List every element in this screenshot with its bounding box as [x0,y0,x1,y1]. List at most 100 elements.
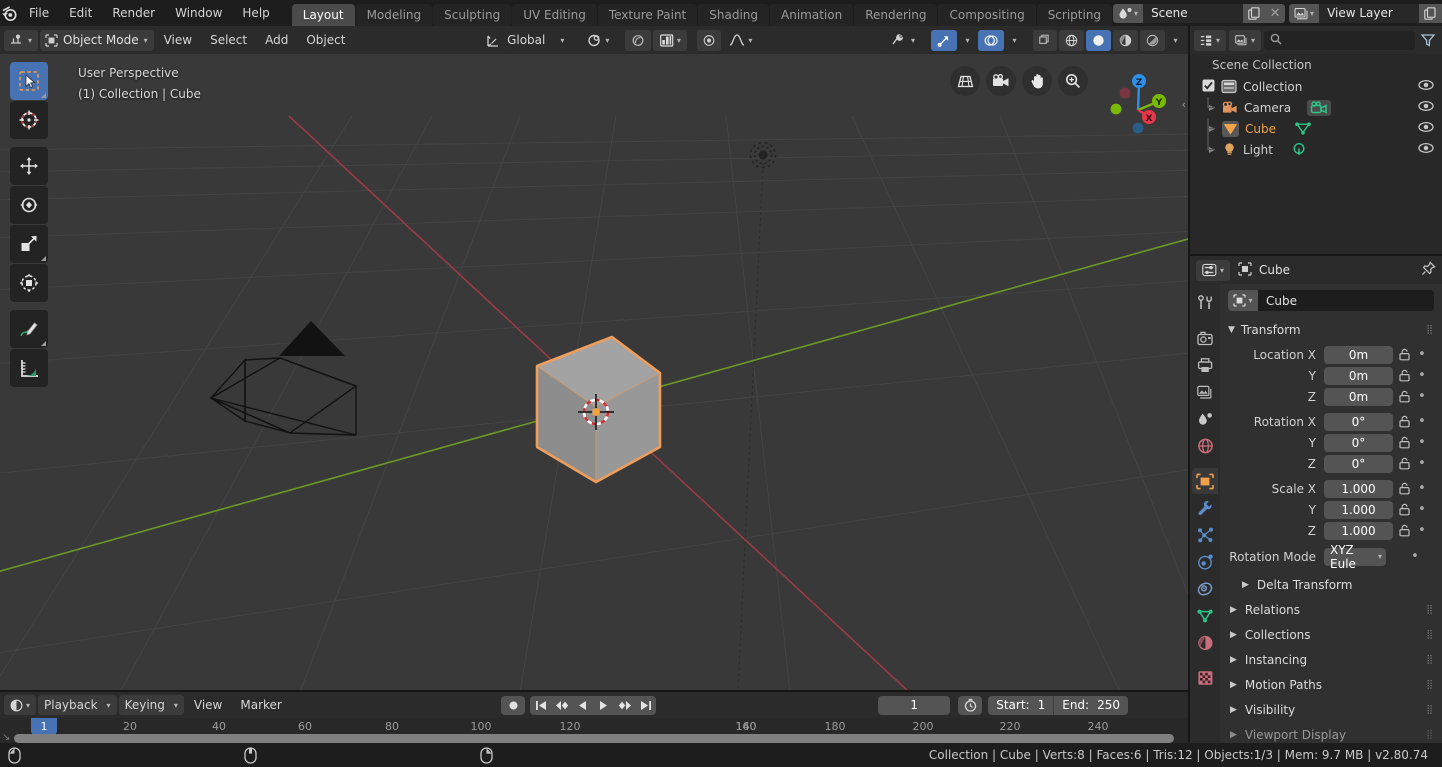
panel-drag-dots[interactable]: ⣿ [1426,680,1434,690]
world-tab[interactable] [1192,433,1218,459]
field-value[interactable]: 1.000 [1324,500,1393,519]
overlays-dropdown[interactable]: ▾ [1006,29,1024,51]
timeline-editor-icon[interactable]: ▾ [4,695,36,715]
shading-wireframe-icon[interactable] [1059,29,1085,51]
render-tab[interactable] [1192,325,1218,351]
viewport-canvas[interactable] [0,54,1188,692]
workspace-tab-texture-paint[interactable]: Texture Paint [597,4,698,26]
cursor-tool[interactable] [10,101,48,139]
gizmo-dropdown[interactable]: ▾ [959,29,977,51]
lock-icon[interactable] [1393,503,1415,516]
lock-icon[interactable] [1393,369,1415,382]
select-box-tool[interactable] [10,62,48,100]
hand-icon[interactable] [1022,66,1052,96]
shading-material-icon[interactable] [1113,29,1139,51]
start-frame-field[interactable]: Start: 1 [988,695,1054,715]
interaction-mode-dropdown[interactable]: Object Mode ▾ [40,29,154,51]
collection-checkbox[interactable] [1202,79,1215,95]
modifier-tab[interactable] [1192,495,1218,521]
field-location-x[interactable]: Location X 0m • [1228,344,1434,365]
field-value[interactable]: 0° [1324,433,1393,452]
lock-icon[interactable] [1393,415,1415,428]
outliner-row-camera[interactable]: ▶ Camera [1190,97,1442,118]
scene-name[interactable]: Scene [1143,3,1244,23]
object-tab[interactable] [1192,468,1218,494]
annotate-tool[interactable] [10,310,48,348]
visibility-eye-icon[interactable]: ▾ [885,29,922,51]
blender-logo-icon[interactable] [0,0,19,26]
keying-menu[interactable]: Keying ▾ [118,695,184,715]
3d-viewport[interactable]: User Perspective (1) Collection | Cube Z… [0,54,1188,692]
filter-id-icon[interactable]: ▾ [1229,29,1261,51]
play-icon[interactable] [593,695,615,715]
workspace-tab-animation[interactable]: Animation [770,4,854,26]
overlays-icon[interactable] [978,29,1005,51]
animate-dot[interactable]: • [1415,414,1429,429]
select-menu[interactable]: Select [202,30,255,51]
remove-scene-button[interactable]: ✕ [1265,3,1286,23]
pin-icon[interactable] [1421,261,1436,279]
field-value[interactable]: 0° [1324,454,1393,473]
scale-tool[interactable] [10,225,48,263]
snap-target-icon[interactable] [697,29,722,51]
zoom-icon[interactable] [1058,66,1088,96]
grid-icon[interactable] [950,66,980,96]
menu-window[interactable]: Window [165,3,232,23]
workspace-tab-rendering[interactable]: Rendering [854,4,938,26]
record-icon[interactable] [501,695,526,715]
workspace-tab-shading[interactable]: Shading [698,4,769,26]
rotation-mode-dropdown[interactable]: XYZ Eule ▾ [1324,543,1386,571]
panel-drag-dots[interactable]: ⣿ [1426,655,1434,665]
proportional-falloff-dropdown[interactable]: ▾ [653,29,688,51]
eye-icon[interactable] [1418,142,1434,157]
object-icon[interactable]: ▾ [1228,290,1258,311]
new-scene-button[interactable] [1243,3,1266,23]
constraints-tab[interactable] [1192,576,1218,602]
outliner-search-input[interactable] [1264,30,1415,50]
view-menu[interactable]: View [156,30,200,51]
animate-dot[interactable]: • [1415,523,1429,538]
field-rotation-mode[interactable]: Rotation Mode XYZ Eule ▾ • [1228,543,1434,571]
workspace-tab-sculpting[interactable]: Sculpting [433,4,512,26]
workspace-tab-uv-editing[interactable]: UV Editing [512,4,597,26]
prev-keyframe-icon[interactable] [551,695,573,715]
auto-keying-icon[interactable] [958,695,983,715]
field-value[interactable]: 0° [1324,412,1393,431]
field-scale-y[interactable]: Y 1.000 • [1228,499,1434,520]
transform-orientation-dropdown[interactable]: Global ▾ [505,29,571,51]
next-keyframe-icon[interactable] [614,695,636,715]
physics-tab[interactable] [1192,549,1218,575]
animate-dot[interactable]: • [1415,347,1429,362]
light-data-green-icon[interactable] [1291,142,1307,157]
subpanel-delta-transform[interactable]: ▶ Delta Transform [1228,572,1434,597]
tool-expand-corner[interactable] [41,341,46,346]
panel-motion-paths[interactable]: ▶ Motion Paths ⣿ [1228,672,1434,697]
panel-drag-dots[interactable]: ⣿ [1426,630,1434,640]
field-value[interactable]: 0m [1324,366,1393,385]
mesh-data-green-icon[interactable] [1294,121,1312,136]
viewlayer-name[interactable]: View Layer [1319,3,1420,23]
view-layer-icon[interactable]: ▾ [1289,3,1320,23]
menu-help[interactable]: Help [232,3,279,23]
eye-icon[interactable] [1418,79,1434,94]
scene-icon[interactable]: ▾ [1113,3,1144,23]
workspace-tab-layout[interactable]: Layout [291,4,355,26]
camera-data-green-icon[interactable] [1307,99,1332,116]
workspace-tab-modeling[interactable]: Modeling [355,4,433,26]
object-name-field[interactable]: ▾ Cube [1228,290,1434,311]
proportional-edit-icon[interactable] [625,29,652,51]
outliner-row-cube[interactable]: ▶ Cube [1190,118,1442,139]
end-frame-field[interactable]: End: 250 [1054,695,1128,715]
timeline-scroll-left-arrow[interactable]: ↘ [2,732,10,743]
panel-drag-dots[interactable]: ⣿ [1426,730,1434,740]
panel-drag-dots[interactable]: ⣿ [1426,325,1434,335]
workspace-tab-scripting[interactable]: Scripting [1036,4,1113,26]
xray-icon[interactable] [1033,29,1058,51]
scene-selector[interactable]: ▾ Scene ✕ [1113,3,1286,23]
object-data-tab[interactable] [1192,603,1218,629]
sidebar-toggle-arrow[interactable]: ‹ [1182,98,1186,111]
move-tool[interactable] [10,147,48,185]
lock-icon[interactable] [1393,390,1415,403]
editor-type-icon[interactable]: ▾ [4,29,38,51]
timeline-marker-menu[interactable]: Marker [232,695,289,716]
